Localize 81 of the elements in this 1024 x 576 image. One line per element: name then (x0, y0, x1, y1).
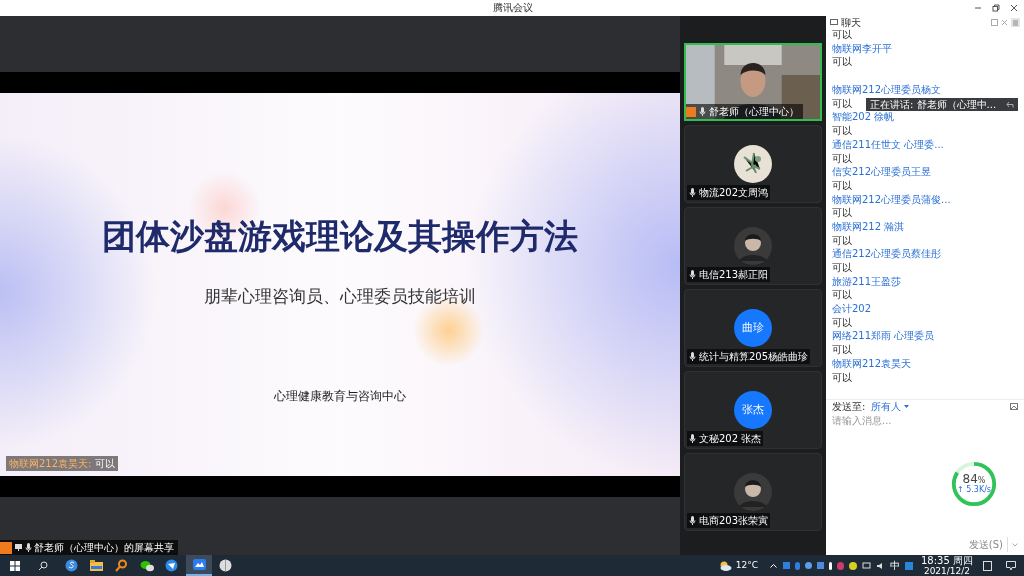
tray-icon[interactable] (849, 561, 857, 570)
chat-caption: 物联网212袁昊天: 可以 (6, 456, 118, 471)
host-icon (0, 541, 12, 554)
search-app-icon[interactable] (115, 559, 128, 572)
input-method[interactable]: 中 (890, 558, 900, 573)
chat-message: 可以 (832, 151, 852, 166)
sender-name: 物联网212 瀚淇 (832, 219, 905, 234)
restore-icon[interactable] (992, 4, 1000, 12)
start-icon[interactable] (10, 560, 20, 571)
close-icon[interactable] (1010, 4, 1018, 12)
sender-name: 会计202 (832, 302, 872, 316)
chat-message: 可以 (832, 343, 852, 357)
volume-icon[interactable] (876, 561, 885, 570)
percent-unit: % (977, 477, 986, 485)
chat-message: 可以 (832, 370, 852, 385)
meeting-app-icon[interactable] (186, 555, 212, 576)
image-icon[interactable] (1010, 403, 1018, 410)
sender-name: 旅游211王盈莎 (832, 274, 902, 289)
clock-date[interactable]: 2021/12/2 (923, 565, 971, 576)
folder-icon[interactable] (90, 560, 103, 571)
sender-name: 物联网212袁昊天 (832, 356, 912, 371)
avatar: 曲珍 (734, 309, 772, 347)
tray-icon[interactable] (905, 561, 913, 570)
chat-message: 可以 (832, 96, 852, 111)
video-tile[interactable]: 电商203张荣寅 (684, 453, 822, 531)
chat-message: 可以 (832, 315, 852, 330)
reply-icon[interactable] (1006, 101, 1014, 108)
participant-name: 文秘202 张杰 (699, 432, 762, 446)
chat-message: 可以 (832, 55, 852, 70)
sender-name: 通信212心理委员蔡佳彤 (832, 247, 942, 261)
chat-message: 可以 (832, 124, 852, 138)
screen-share-icon (14, 543, 23, 552)
chat-message: 可以 (832, 233, 852, 248)
video-tile[interactable]: 电信213郝正阳 (684, 207, 822, 285)
send-to-label: 发送至: (832, 400, 866, 414)
slide-subtitle: 朋辈心理咨询员、心理委员技能培训 (204, 285, 476, 308)
sender-name: 通信211任世文 心理委... (832, 137, 944, 152)
participant-name: 舒老师（心理中心） (709, 105, 799, 119)
browser-icon[interactable] (65, 559, 78, 572)
sender-name: 网络211郑雨 心理委员 (832, 329, 935, 344)
clock-time[interactable]: 18:35 周四 (921, 555, 973, 566)
slide-title: 团体沙盘游戏理论及其操作方法 (102, 215, 578, 258)
network-percent: 84 (962, 473, 978, 485)
chat-icon (830, 18, 838, 26)
window-title: 腾讯会议 (493, 1, 533, 15)
send-button[interactable]: 发送(S) (968, 537, 1008, 552)
avatar: 张杰 (734, 391, 772, 429)
globe-icon[interactable] (219, 559, 232, 572)
sender-name: 信安212心理委员王昱 (832, 165, 932, 179)
sender-name: 物联网李开平 (832, 41, 892, 56)
chat-message: 可以 (832, 288, 852, 303)
sender-name: 物联网212心理委员蒲俊... (832, 192, 951, 207)
network-icon[interactable] (862, 561, 871, 570)
participant-name: 电商203张荣寅 (699, 514, 769, 528)
chat-message: 可以 (832, 28, 852, 42)
video-tile[interactable]: 舒老师（心理中心） (684, 43, 822, 121)
message-input[interactable]: 请输入消息... (832, 413, 1018, 427)
chat-message: 可以 (832, 178, 852, 193)
weather-icon (718, 560, 732, 571)
video-tile[interactable]: 物流202文周鸿 (684, 125, 822, 203)
sender-name: 物联网212心理委员杨文 (832, 83, 942, 97)
video-tile[interactable]: 曲珍 统计与精算205杨皓曲珍 (684, 289, 822, 367)
chat-message: 可以 (832, 206, 852, 220)
caret-icon (904, 404, 910, 409)
recipient-dropdown[interactable]: 所有人 (871, 399, 910, 414)
chat-bubbles-icon[interactable] (140, 559, 154, 572)
notification-icon[interactable] (1006, 560, 1016, 571)
temperature: 12°C (735, 558, 758, 572)
video-tile[interactable]: 张杰 文秘202 张杰 (684, 371, 822, 449)
network-speed: ↑ 5.3K/s (956, 485, 992, 495)
sender-name: 智能202 徐帆 (832, 110, 895, 125)
chat-message: 可以 (832, 261, 852, 275)
participant-name: 物流202文周鸿 (699, 186, 769, 200)
participant-name: 电信213郝正阳 (699, 268, 769, 282)
speaking-label: 正在讲话: 舒老师（心理中... (870, 98, 997, 111)
participant-name: 统计与精算205杨皓曲珍 (699, 350, 809, 364)
slide-footer: 心理健康教育与咨询中心 (274, 386, 406, 405)
share-label: 舒老师（心理中心）的屏幕共享 (34, 541, 174, 555)
search-icon[interactable] (38, 560, 48, 571)
chat-title: 聊天 (841, 15, 861, 29)
host-icon (686, 106, 696, 117)
